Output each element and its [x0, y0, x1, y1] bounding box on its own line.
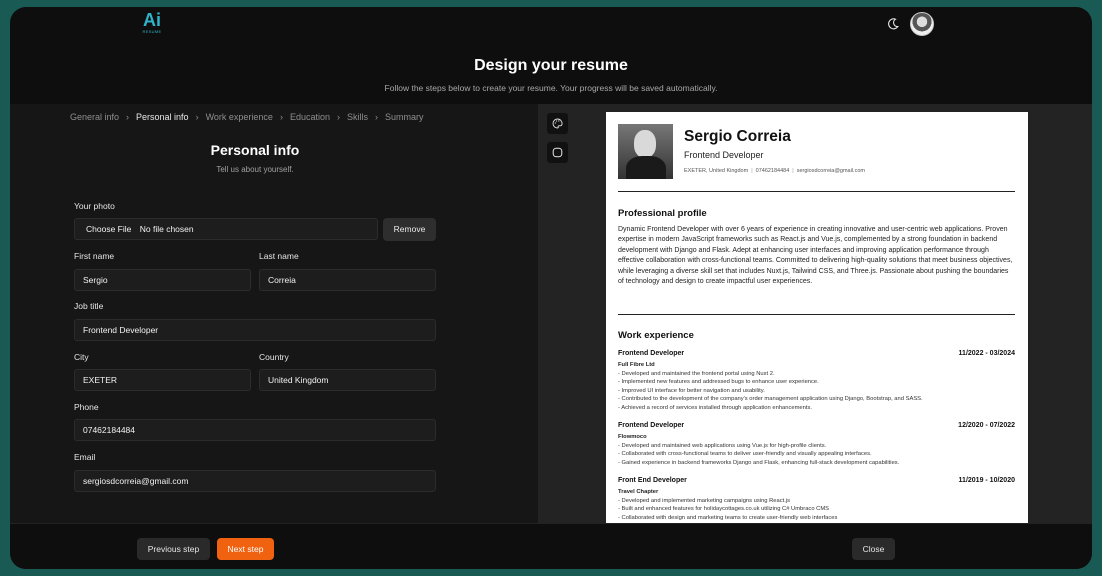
resume-photo	[618, 124, 673, 179]
chevron-right-icon: ›	[336, 112, 340, 122]
footer-bar: Previous step Next step Close	[10, 523, 1092, 569]
remove-photo-button[interactable]: Remove	[383, 218, 436, 241]
avatar[interactable]	[910, 12, 934, 36]
palette-icon	[552, 118, 563, 129]
job-company: Flowmoco	[618, 434, 647, 440]
file-status: No file chosen	[139, 224, 194, 234]
city-field[interactable]: EXETER	[74, 369, 251, 391]
job-dates: 11/2019 - 10/2020	[958, 477, 1015, 484]
email-label: Email	[74, 452, 96, 462]
app-window: Ai RESUME Design your resume Follow the …	[10, 7, 1092, 569]
job-company: Travel Chapter	[618, 489, 659, 495]
job-entry: Frontend Developer 11/2022 - 03/2024 Ful…	[618, 350, 1015, 412]
step-general-info[interactable]: General info	[70, 112, 119, 122]
last-name-label: Last name	[259, 251, 299, 261]
divider	[618, 314, 1015, 315]
previous-step-button[interactable]: Previous step	[137, 538, 210, 560]
preview-panel: Sergio Correia Frontend Developer EXETER…	[538, 104, 1092, 523]
chevron-right-icon: ›	[195, 112, 199, 122]
photo-label: Your photo	[74, 201, 115, 211]
photo-file-input[interactable]: Choose File No file chosen	[74, 218, 378, 240]
step-summary[interactable]: Summary	[385, 112, 424, 122]
job-points: - Developed and maintained the frontend …	[618, 371, 923, 411]
next-step-button[interactable]: Next step	[217, 538, 274, 560]
logo-mark: Ai	[143, 10, 161, 30]
section-subtitle: Tell us about yourself.	[216, 165, 294, 174]
resume-preview: Sergio Correia Frontend Developer EXETER…	[606, 112, 1028, 523]
chevron-right-icon: ›	[126, 112, 130, 122]
resume-job-title: Frontend Developer	[684, 150, 764, 160]
circle-icon	[552, 147, 563, 158]
job-title-label: Job title	[74, 301, 104, 311]
resume-email: sergiosdcorreia@gmail.com	[796, 168, 865, 174]
job-company: Full Fibre Ltd	[618, 362, 655, 368]
email-field[interactable]: sergiosdcorreia@gmail.com	[74, 470, 436, 492]
job-points: - Developed and implemented marketing ca…	[618, 498, 838, 521]
phone-field[interactable]: 07462184484	[74, 419, 436, 441]
resume-location: EXETER, United Kingdom	[684, 168, 749, 174]
chevron-right-icon: ›	[279, 112, 283, 122]
job-entry: Frontend Developer 12/2020 - 07/2022 Flo…	[618, 422, 1015, 467]
logo-sub: RESUME	[142, 29, 162, 34]
page-subtitle: Follow the steps below to create your re…	[384, 83, 718, 93]
job-dates: 12/2020 - 07/2022	[958, 422, 1015, 429]
resume-phone: 07462184484	[755, 168, 790, 174]
form-panel: General info › Personal info › Work experi…	[10, 104, 538, 523]
job-entry: Front End Developer 11/2019 - 10/2020 Tr…	[618, 477, 1015, 522]
step-work-experience[interactable]: Work experience	[206, 112, 273, 122]
chevron-right-icon: ›	[375, 112, 378, 122]
logo[interactable]: Ai RESUME	[138, 10, 166, 38]
job-points: - Developed and maintained web applicati…	[618, 443, 900, 466]
job-title-field[interactable]: Frontend Developer	[74, 319, 436, 341]
page-title: Design your resume	[474, 57, 628, 74]
job-title: Frontend Developer	[618, 422, 685, 429]
country-label: Country	[259, 352, 289, 362]
profile-text: Dynamic Frontend Developer with over 6 y…	[618, 226, 1013, 286]
breadcrumb: General info › Personal info › Work experi…	[70, 112, 424, 122]
job-dates: 11/2022 - 03/2024	[958, 350, 1015, 357]
section-title: Personal info	[210, 142, 300, 158]
phone-label: Phone	[74, 402, 99, 412]
moon-icon[interactable]	[886, 17, 900, 31]
top-bar: Ai RESUME	[10, 7, 1092, 47]
job-title: Frontend Developer	[618, 350, 685, 357]
step-skills[interactable]: Skills	[347, 112, 368, 122]
job-title: Front End Developer	[618, 477, 687, 484]
first-name-label: First name	[74, 251, 115, 261]
close-button[interactable]: Close	[852, 538, 895, 560]
shape-button[interactable]	[547, 142, 568, 163]
step-personal-info[interactable]: Personal info	[136, 112, 189, 122]
country-field[interactable]: United Kingdom	[259, 369, 436, 391]
page-header: Design your resume Follow the steps belo…	[10, 47, 1092, 104]
profile-heading: Professional profile	[618, 208, 707, 219]
resume-name: Sergio Correia	[684, 128, 791, 145]
work-heading: Work experience	[618, 330, 694, 341]
resume-contact: EXETER, United Kingdom | 07462184484 | sergi…	[684, 168, 865, 174]
choose-file-button[interactable]: Choose File	[86, 224, 131, 234]
divider	[618, 191, 1015, 192]
step-education[interactable]: Education	[290, 112, 330, 122]
first-name-field[interactable]: Sergio	[74, 269, 251, 291]
last-name-field[interactable]: Correia	[259, 269, 436, 291]
palette-button[interactable]	[547, 113, 568, 134]
city-label: City	[74, 352, 89, 362]
